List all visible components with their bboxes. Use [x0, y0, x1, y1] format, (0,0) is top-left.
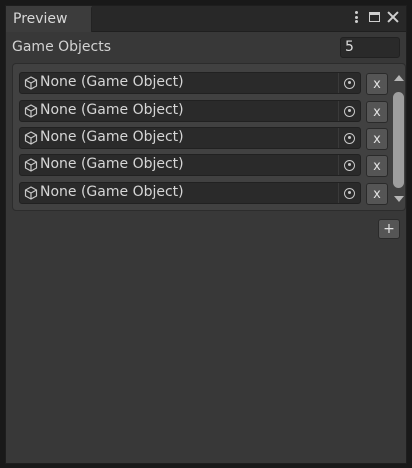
game-object-list: None (Game Object) x None (Game Object) … [12, 63, 406, 211]
maximize-icon[interactable] [369, 12, 380, 22]
remove-item-button[interactable]: x [366, 155, 388, 177]
remove-item-button[interactable]: x [366, 183, 388, 205]
cube-icon [24, 186, 38, 200]
object-field-label: None (Game Object) [40, 74, 184, 90]
object-picker-icon [344, 187, 355, 199]
preview-window: Preview Game Objects 5 None (Game Object… [5, 5, 407, 464]
scrollbar-thumb[interactable] [393, 92, 404, 188]
object-field-label: None (Game Object) [40, 129, 184, 145]
tab-preview[interactable]: Preview [6, 6, 92, 32]
remove-item-button[interactable]: x [366, 128, 388, 150]
list-scrollbar[interactable] [392, 72, 405, 206]
object-field[interactable]: None (Game Object) [19, 72, 361, 94]
scroll-up-arrow-icon[interactable] [394, 75, 404, 81]
remove-item-button[interactable]: x [366, 73, 388, 95]
game-objects-label: Game Objects [12, 39, 112, 55]
object-field[interactable]: None (Game Object) [19, 127, 361, 149]
game-objects-field-row: Game Objects 5 [12, 37, 400, 59]
window-controls [349, 10, 400, 24]
cube-icon [24, 158, 38, 172]
object-picker-icon [344, 105, 355, 117]
object-picker-button[interactable] [338, 101, 360, 121]
object-field-label: None (Game Object) [40, 102, 184, 118]
close-icon[interactable] [386, 10, 400, 24]
object-picker-button[interactable] [338, 73, 360, 93]
object-picker-button[interactable] [338, 155, 360, 175]
object-field[interactable]: None (Game Object) [19, 182, 361, 204]
more-vertical-icon[interactable] [349, 10, 363, 24]
object-field-label: None (Game Object) [40, 184, 184, 200]
remove-item-button[interactable]: x [366, 101, 388, 123]
cube-icon [24, 131, 38, 145]
object-picker-icon [344, 132, 355, 144]
object-picker-icon [344, 159, 355, 171]
object-field[interactable]: None (Game Object) [19, 100, 361, 122]
cube-icon [24, 104, 38, 118]
cube-icon [24, 76, 38, 90]
object-field-label: None (Game Object) [40, 156, 184, 172]
title-bar: Preview [6, 6, 406, 32]
object-field[interactable]: None (Game Object) [19, 154, 361, 176]
object-picker-button[interactable] [338, 128, 360, 148]
scroll-down-arrow-icon[interactable] [394, 196, 404, 202]
object-picker-icon [344, 77, 355, 89]
object-picker-button[interactable] [338, 183, 360, 203]
add-item-button[interactable]: + [378, 219, 400, 239]
game-objects-count-input[interactable]: 5 [340, 37, 400, 58]
